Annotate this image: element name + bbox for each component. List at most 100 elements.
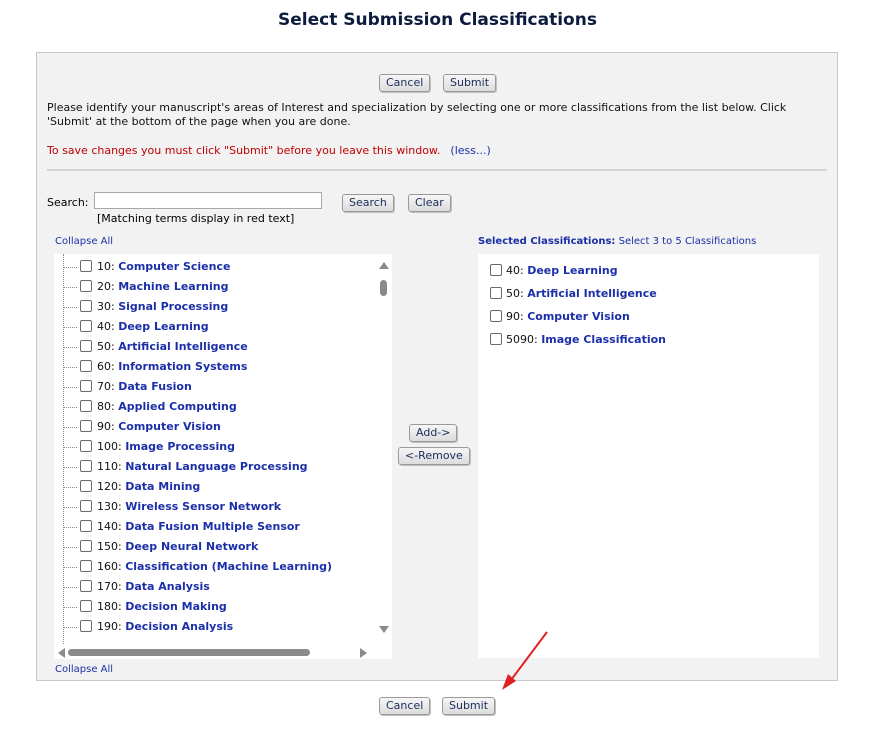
tree-item-name[interactable]: Natural Language Processing — [125, 460, 307, 473]
selected-item-checkbox[interactable] — [490, 310, 502, 322]
tree-item-label: 80: Applied Computing — [97, 400, 237, 413]
tree-item[interactable]: 140: Data Fusion Multiple Sensor — [62, 518, 372, 536]
tree-item[interactable]: 20: Machine Learning — [62, 278, 372, 296]
scroll-thumb[interactable] — [380, 280, 387, 296]
tree-item[interactable]: 130: Wireless Sensor Network — [62, 498, 372, 516]
tree-item-checkbox[interactable] — [80, 560, 92, 572]
selected-classifications-header: Selected Classifications: Select 3 to 5 … — [478, 236, 756, 247]
tree-item-checkbox[interactable] — [80, 400, 92, 412]
tree-item[interactable]: 30: Signal Processing — [62, 298, 372, 316]
selected-item-checkbox[interactable] — [490, 287, 502, 299]
tree-item-name[interactable]: Applied Computing — [118, 400, 237, 413]
selected-header-note: Select 3 to 5 Classifications — [618, 236, 757, 247]
tree-item[interactable]: 170: Data Analysis — [62, 578, 372, 596]
tree-item-checkbox[interactable] — [80, 320, 92, 332]
tree-item[interactable]: 110: Natural Language Processing — [62, 458, 372, 476]
tree-item-checkbox[interactable] — [80, 580, 92, 592]
tree-item-name[interactable]: Data Fusion Multiple Sensor — [125, 520, 300, 533]
add-button[interactable]: Add-> — [409, 424, 458, 442]
tree-item[interactable]: 190: Decision Analysis — [62, 618, 372, 636]
horizontal-scrollbar[interactable] — [54, 645, 392, 659]
tree-item-checkbox[interactable] — [80, 620, 92, 632]
tree-item[interactable]: 40: Deep Learning — [62, 318, 372, 336]
tree-item-checkbox[interactable] — [80, 380, 92, 392]
tree-connector — [64, 427, 77, 428]
tree-item-checkbox[interactable] — [80, 460, 92, 472]
remove-button[interactable]: <-Remove — [398, 447, 470, 465]
search-button[interactable]: Search — [342, 194, 394, 212]
selected-item-name: Deep Learning — [527, 264, 618, 277]
scroll-left-icon[interactable] — [58, 648, 65, 658]
tree-item-label: 50: Artificial Intelligence — [97, 340, 248, 353]
tree-item-name[interactable]: Data Analysis — [125, 580, 210, 593]
tree-item-name[interactable]: Image Processing — [125, 440, 235, 453]
tree-item-name[interactable]: Signal Processing — [118, 300, 228, 313]
tree-item-checkbox[interactable] — [80, 280, 92, 292]
tree-connector — [64, 267, 77, 268]
tree-item-name[interactable]: Deep Learning — [118, 320, 208, 333]
tree-item-name[interactable]: Wireless Sensor Network — [125, 500, 281, 513]
tree-connector — [64, 487, 77, 488]
tree-item-label: 100: Image Processing — [97, 440, 235, 453]
scroll-right-icon[interactable] — [360, 648, 367, 658]
tree-item-label: 160: Classification (Machine Learning) — [97, 560, 332, 573]
classification-tree[interactable]: 10: Computer Science 20: Machine Learning… — [54, 254, 392, 659]
top-cancel-button[interactable]: Cancel — [379, 74, 431, 92]
tree-item-name[interactable]: Data Mining — [125, 480, 200, 493]
clear-button[interactable]: Clear — [408, 194, 451, 212]
tree-item[interactable]: 10: Computer Science — [62, 258, 372, 276]
less-link[interactable]: (less...) — [450, 144, 490, 157]
collapse-all-bottom-link[interactable]: Collapse All — [55, 664, 113, 675]
selected-item-checkbox[interactable] — [490, 264, 502, 276]
tree-item[interactable]: 80: Applied Computing — [62, 398, 372, 416]
tree-item[interactable]: 70: Data Fusion — [62, 378, 372, 396]
tree-item-name[interactable]: Classification (Machine Learning) — [125, 560, 332, 573]
selected-item-label: 50: Artificial Intelligence — [506, 287, 657, 300]
bottom-cancel-button[interactable]: Cancel — [379, 697, 431, 715]
top-submit-button[interactable]: Submit — [443, 74, 497, 92]
tree-item-checkbox[interactable] — [80, 540, 92, 552]
tree-item[interactable]: 90: Computer Vision — [62, 418, 372, 436]
tree-item[interactable]: 50: Artificial Intelligence — [62, 338, 372, 356]
tree-item-checkbox[interactable] — [80, 520, 92, 532]
tree-item-code: 150: — [97, 540, 122, 553]
tree-item[interactable]: 150: Deep Neural Network — [62, 538, 372, 556]
tree-item-checkbox[interactable] — [80, 360, 92, 372]
tree-item-name[interactable]: Information Systems — [118, 360, 247, 373]
selected-item-checkbox[interactable] — [490, 333, 502, 345]
tree-item[interactable]: 100: Image Processing — [62, 438, 372, 456]
tree-item-checkbox[interactable] — [80, 440, 92, 452]
collapse-all-top-link[interactable]: Collapse All — [55, 236, 113, 247]
tree-item-checkbox[interactable] — [80, 480, 92, 492]
tree-item-checkbox[interactable] — [80, 420, 92, 432]
bottom-submit-button[interactable]: Submit — [442, 697, 496, 715]
tree-item-checkbox[interactable] — [80, 300, 92, 312]
tree-connector — [64, 407, 77, 408]
tree-item-checkbox[interactable] — [80, 600, 92, 612]
scroll-down-icon[interactable] — [379, 626, 389, 633]
tree-item-label: 190: Decision Analysis — [97, 620, 233, 633]
tree-item-name[interactable]: Computer Vision — [118, 420, 221, 433]
tree-item-checkbox[interactable] — [80, 340, 92, 352]
tree-item-name[interactable]: Deep Neural Network — [125, 540, 258, 553]
tree-item-code: 20: — [97, 280, 115, 293]
tree-item-name[interactable]: Computer Science — [118, 260, 230, 273]
tree-connector — [64, 527, 77, 528]
tree-item-code: 90: — [97, 420, 115, 433]
vertical-scrollbar[interactable] — [375, 254, 392, 644]
tree-item-name[interactable]: Artificial Intelligence — [118, 340, 248, 353]
tree-item-name[interactable]: Decision Making — [125, 600, 227, 613]
tree-item[interactable]: 180: Decision Making — [62, 598, 372, 616]
search-input[interactable] — [94, 192, 322, 209]
tree-item[interactable]: 120: Data Mining — [62, 478, 372, 496]
scroll-up-icon[interactable] — [379, 262, 389, 269]
tree-item[interactable]: 160: Classification (Machine Learning) — [62, 558, 372, 576]
tree-item-name[interactable]: Machine Learning — [118, 280, 228, 293]
tree-item[interactable]: 60: Information Systems — [62, 358, 372, 376]
tree-connector — [64, 347, 77, 348]
tree-item-checkbox[interactable] — [80, 500, 92, 512]
tree-item-name[interactable]: Decision Analysis — [125, 620, 233, 633]
tree-item-checkbox[interactable] — [80, 260, 92, 272]
tree-item-name[interactable]: Data Fusion — [118, 380, 192, 393]
horizontal-scroll-thumb[interactable] — [68, 649, 310, 656]
